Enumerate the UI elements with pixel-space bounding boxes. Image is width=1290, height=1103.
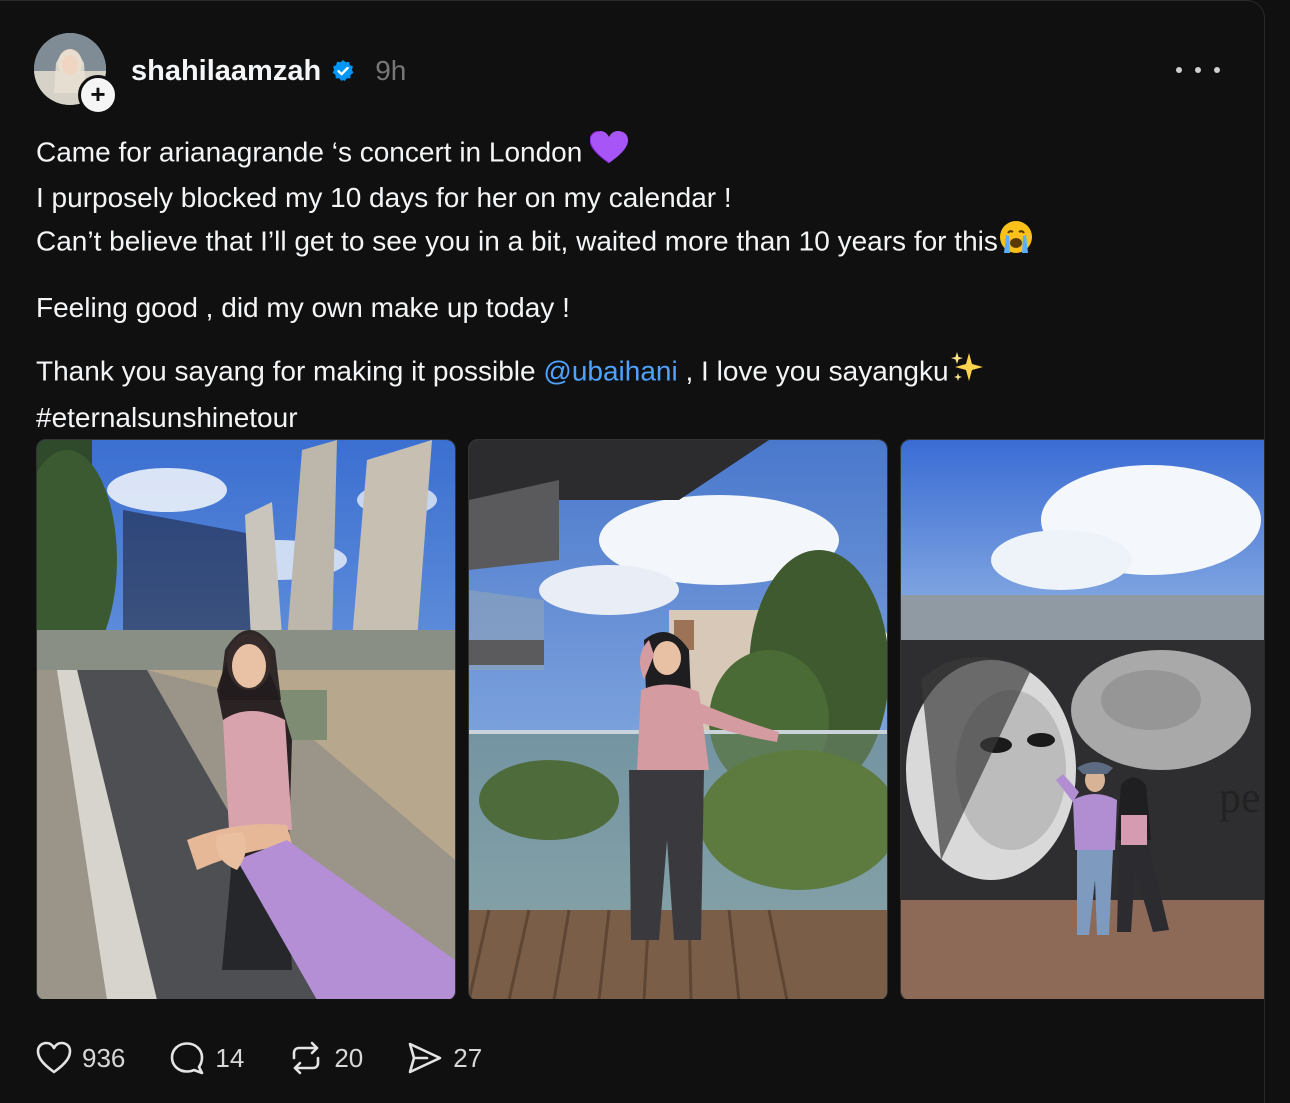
verified-badge-icon <box>331 59 355 83</box>
follow-plus-button[interactable]: + <box>78 75 118 115</box>
post-time: 9h <box>375 55 407 86</box>
repost-icon <box>293 1041 320 1075</box>
post-line: Came for arianagrande ‘s concert in Lond… <box>36 130 1034 177</box>
share-count: 27 <box>453 1042 483 1073</box>
post-line: I purposely blocked my 10 days for her o… <box>36 182 732 213</box>
post-line: Feeling good , did my own make up today … <box>36 292 570 323</box>
reply-button[interactable]: 14 <box>169 1041 244 1075</box>
media-carousel[interactable]: pe <box>36 439 1264 999</box>
reply-count: 14 <box>215 1042 245 1073</box>
username[interactable]: shahilaamzah <box>131 55 321 88</box>
post-line: Thank you sayang for making it possible … <box>36 349 1034 397</box>
repost-button[interactable]: 20 <box>288 1041 363 1075</box>
comment-icon <box>171 1042 204 1075</box>
hashtag-link[interactable]: #eternalsunshinetour <box>36 397 1034 439</box>
mention-link[interactable]: @ubaihani <box>543 355 677 386</box>
photo-balcony[interactable] <box>468 439 888 999</box>
like-button[interactable]: 936 <box>36 1041 125 1075</box>
heart-icon <box>36 1041 72 1074</box>
share-button[interactable]: 27 <box>407 1041 482 1075</box>
post-header: shahilaamzah 9h <box>131 51 406 91</box>
avatar[interactable]: + <box>34 33 118 115</box>
send-icon <box>408 1042 442 1074</box>
purple-heart-icon <box>589 130 629 177</box>
more-options-icon[interactable] <box>1176 57 1220 83</box>
mural-text: pe <box>1219 773 1261 822</box>
post-line: Can’t believe that I’ll get to see you i… <box>36 219 1034 267</box>
post-body: Came for arianagrande ‘s concert in Lond… <box>36 130 1034 439</box>
post-card: + shahilaamzah 9h Came for arianagrande … <box>0 0 1265 1103</box>
post-actions: 936 14 20 27 <box>36 1037 526 1079</box>
like-count: 936 <box>82 1042 126 1073</box>
photo-street-towers[interactable] <box>36 439 456 999</box>
repost-count: 20 <box>334 1042 364 1073</box>
sparkles-icon <box>949 349 985 397</box>
crying-face-icon <box>998 219 1034 267</box>
photo-mural[interactable]: pe <box>900 439 1264 999</box>
